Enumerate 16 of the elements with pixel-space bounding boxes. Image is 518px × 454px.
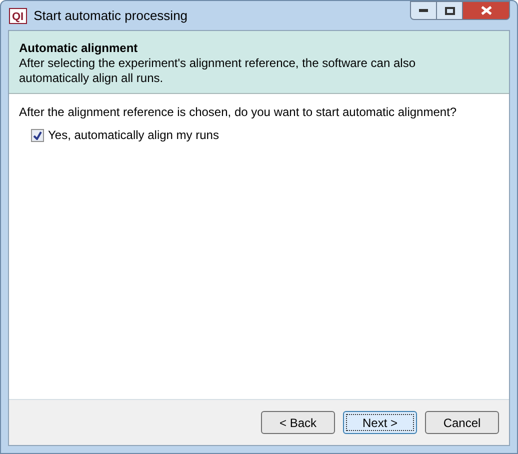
- app-logo: QI: [9, 8, 27, 24]
- close-button[interactable]: [463, 1, 510, 20]
- maximize-button[interactable]: [437, 1, 463, 20]
- auto-align-checkbox[interactable]: Yes, automatically align my runs: [31, 126, 219, 144]
- maximize-icon: [444, 6, 454, 14]
- wizard-button[interactable]: < Back: [261, 411, 335, 434]
- header-description: After selecting the experiment's alignment reference, the software can also automatically align all runs.: [19, 56, 416, 86]
- minimize-button[interactable]: [410, 1, 437, 20]
- wizard-button[interactable]: Cancel: [425, 411, 499, 434]
- question-text: After the alignment reference is chosen, do you want to start automatic alignment?: [19, 105, 458, 120]
- window-title: Start automatic processing: [34, 6, 188, 25]
- header-title: Automatic alignment: [19, 41, 139, 56]
- wizard-button[interactable]: Next >: [343, 411, 417, 434]
- close-icon: [480, 6, 492, 15]
- minimize-icon: [419, 9, 428, 12]
- checkbox-box[interactable]: [31, 128, 44, 142]
